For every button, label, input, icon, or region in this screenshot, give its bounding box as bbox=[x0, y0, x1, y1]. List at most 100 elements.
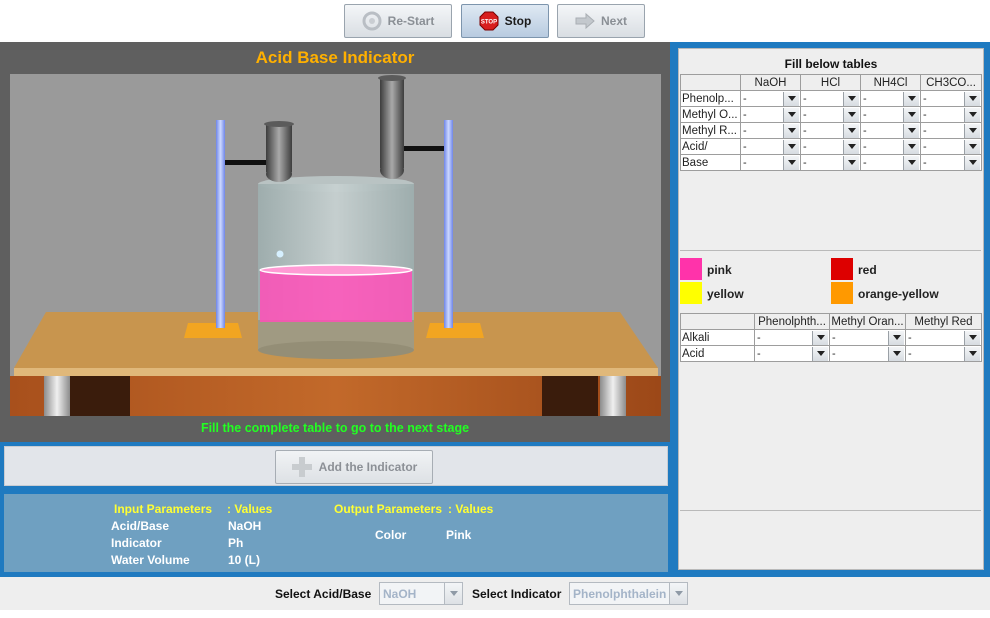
color-dropdown[interactable]: - bbox=[802, 123, 860, 138]
dropdown-value: - bbox=[863, 108, 867, 121]
dropdown-value: - bbox=[803, 92, 807, 105]
chevron-down-icon bbox=[888, 346, 904, 361]
table-row: Methyl R... - - - - bbox=[680, 122, 982, 139]
table1-column-header: NH4Cl bbox=[860, 74, 921, 91]
color-dropdown[interactable]: - bbox=[742, 139, 800, 154]
legend-label-red: red bbox=[858, 263, 877, 277]
table2-column-header: Phenolphth... bbox=[754, 313, 830, 330]
chevron-down-icon bbox=[843, 155, 859, 170]
dropdown-value: - bbox=[803, 140, 807, 153]
output-param-value: Pink bbox=[446, 528, 472, 542]
color-dropdown[interactable]: - bbox=[831, 346, 905, 361]
color-dropdown[interactable]: - bbox=[802, 91, 860, 106]
input-values-header: : Values bbox=[227, 502, 273, 516]
output-parameters-header: Output Parameters bbox=[334, 502, 443, 516]
table2-column-header: Methyl Red bbox=[905, 313, 982, 330]
legend-swatch-pink bbox=[680, 258, 702, 280]
dropdown-value: - bbox=[863, 92, 867, 105]
table1-corner-header bbox=[680, 74, 741, 91]
color-dropdown[interactable]: - bbox=[742, 91, 800, 106]
chevron-down-icon bbox=[964, 346, 980, 361]
lab-scene bbox=[10, 74, 661, 416]
indicator-table-block: NaOH HCl NH4Cl CH3CO... Phenolp... - - - - Methy… bbox=[680, 74, 982, 251]
table1-cell: - bbox=[740, 138, 801, 155]
color-dropdown[interactable]: - bbox=[802, 139, 860, 154]
table2-cell: - bbox=[754, 329, 830, 346]
chevron-down-icon bbox=[843, 123, 859, 138]
select-indicator-label: Select Indicator bbox=[472, 587, 562, 601]
chevron-down-icon bbox=[843, 107, 859, 122]
solution-liquid bbox=[260, 270, 412, 322]
input-parameters-header: Input Parameters bbox=[114, 502, 213, 516]
table-row: Acid - - - bbox=[680, 345, 982, 362]
restart-label: Re-Start bbox=[387, 14, 435, 28]
table1-cell: - bbox=[860, 90, 921, 107]
acid-base-select[interactable]: NaOH bbox=[379, 582, 463, 605]
chevron-down-icon bbox=[444, 583, 462, 604]
table2-cell: - bbox=[905, 345, 982, 362]
color-dropdown[interactable]: - bbox=[802, 155, 860, 170]
select-acid-base-label: Select Acid/Base bbox=[275, 587, 372, 601]
dropdown-value: - bbox=[923, 156, 927, 169]
color-dropdown[interactable]: - bbox=[862, 107, 920, 122]
table2-cell: - bbox=[829, 329, 906, 346]
color-dropdown[interactable]: - bbox=[922, 91, 981, 106]
color-dropdown[interactable]: - bbox=[862, 123, 920, 138]
legend-swatch-yellow bbox=[680, 282, 702, 304]
input-param-value: Ph bbox=[228, 536, 244, 550]
restart-button[interactable]: Re-Start bbox=[344, 4, 452, 38]
stop-button[interactable]: STOP Stop bbox=[461, 4, 549, 38]
color-dropdown[interactable]: - bbox=[922, 107, 981, 122]
indicator-select[interactable]: Phenolphthalein bbox=[569, 582, 688, 605]
table1-column-header: HCl bbox=[800, 74, 861, 91]
color-dropdown[interactable]: - bbox=[802, 107, 860, 122]
chevron-down-icon bbox=[903, 139, 919, 154]
table1-cell: - bbox=[800, 122, 861, 139]
table1-cell: - bbox=[800, 138, 861, 155]
color-dropdown[interactable]: - bbox=[922, 155, 981, 170]
color-dropdown[interactable]: - bbox=[742, 107, 800, 122]
table2-column-header: Methyl Oran... bbox=[829, 313, 906, 330]
legend-label-yellow: yellow bbox=[707, 287, 744, 301]
color-dropdown[interactable]: - bbox=[742, 155, 800, 170]
dropdown-value: - bbox=[803, 156, 807, 169]
dropdown-value: - bbox=[743, 108, 747, 121]
color-dropdown[interactable]: - bbox=[922, 123, 981, 138]
color-dropdown[interactable]: - bbox=[922, 139, 981, 154]
color-dropdown[interactable]: - bbox=[907, 346, 981, 361]
arrow-right-icon bbox=[575, 12, 595, 30]
simulation-area: Acid Base Indicator Fill the complete ta… bbox=[0, 42, 670, 442]
color-dropdown[interactable]: - bbox=[831, 330, 905, 345]
color-dropdown[interactable]: - bbox=[742, 123, 800, 138]
add-indicator-label: Add the Indicator bbox=[318, 460, 418, 474]
dropdown-value: - bbox=[803, 108, 807, 121]
table-row: Acid/- - - - bbox=[680, 138, 982, 155]
dropdown-value: - bbox=[743, 92, 747, 105]
output-param-name: Color bbox=[375, 528, 407, 542]
color-dropdown[interactable]: - bbox=[756, 346, 829, 361]
table1-cell: - bbox=[860, 106, 921, 123]
table2-cell: - bbox=[829, 345, 906, 362]
stop-icon-text: STOP bbox=[481, 20, 497, 26]
footer bbox=[0, 610, 990, 618]
output-values-header: : Values bbox=[448, 502, 494, 516]
color-dropdown[interactable]: - bbox=[862, 139, 920, 154]
table1-cell: - bbox=[860, 138, 921, 155]
chevron-down-icon bbox=[903, 155, 919, 170]
color-dropdown[interactable]: - bbox=[907, 330, 981, 345]
next-label: Next bbox=[600, 14, 627, 28]
legend-label-orange-yellow: orange-yellow bbox=[858, 287, 939, 301]
table1-cell: - bbox=[740, 106, 801, 123]
color-dropdown[interactable]: - bbox=[862, 91, 920, 106]
color-dropdown[interactable]: - bbox=[862, 155, 920, 170]
color-dropdown[interactable]: - bbox=[756, 330, 829, 345]
tables-title: Fill below tables bbox=[784, 57, 878, 71]
chevron-down-icon bbox=[964, 330, 980, 345]
next-button[interactable]: Next bbox=[557, 4, 645, 38]
chevron-down-icon bbox=[783, 155, 799, 170]
plus-icon bbox=[291, 457, 312, 477]
add-indicator-button[interactable]: Add the Indicator bbox=[275, 450, 433, 484]
table2-cell: - bbox=[754, 345, 830, 362]
table1-cell: - bbox=[860, 154, 921, 171]
indicator-select-value: Phenolphthalein bbox=[573, 586, 667, 601]
